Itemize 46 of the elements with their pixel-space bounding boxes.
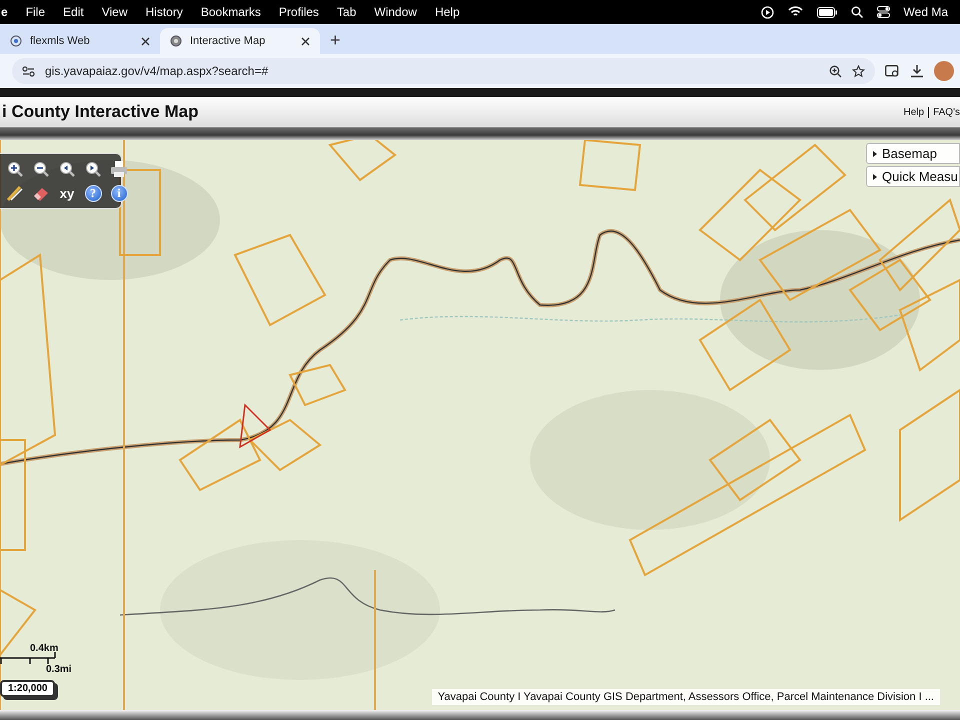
menu-item[interactable]: Profiles xyxy=(270,5,328,19)
wifi-icon[interactable] xyxy=(788,6,803,18)
star-icon[interactable] xyxy=(852,64,865,78)
attribution-text: Yavapai County I Yavapai County GIS Department, Assessors Office, Parcel Maintenance Division I ... xyxy=(432,689,940,705)
play-icon[interactable] xyxy=(760,6,774,18)
scale-label: 0.4km xyxy=(30,643,58,654)
menu-item[interactable]: View xyxy=(92,5,137,19)
menu-item[interactable]: Tab xyxy=(328,5,366,19)
previous-extent-button[interactable] xyxy=(57,159,77,179)
clock: Wed Ma xyxy=(904,5,948,19)
xy-coordinates-button[interactable]: xy xyxy=(60,183,74,203)
control-center-icon[interactable] xyxy=(876,6,890,18)
xy-locate-button[interactable] xyxy=(5,183,25,203)
download-icon[interactable] xyxy=(910,64,924,78)
layer-panel-toggle[interactable]: Quick Measu xyxy=(866,166,960,187)
page-title: i County Interactive Map xyxy=(2,102,198,122)
close-icon[interactable] xyxy=(141,36,150,46)
battery-icon[interactable] xyxy=(816,6,837,18)
app-menu[interactable]: e xyxy=(0,5,17,19)
print-button[interactable] xyxy=(109,159,129,179)
next-extent-button[interactable] xyxy=(83,159,103,179)
search-icon[interactable] xyxy=(850,6,863,18)
menu-item[interactable]: Help xyxy=(426,5,469,19)
menu-item[interactable]: Window xyxy=(365,5,426,19)
scale-bar xyxy=(0,652,56,665)
menu-item[interactable]: History xyxy=(136,5,192,19)
zoom-out-button[interactable] xyxy=(31,159,51,179)
site-settings-icon[interactable] xyxy=(22,66,35,76)
close-icon[interactable] xyxy=(301,36,310,46)
scale-label: 0.3mi xyxy=(46,664,72,675)
scale-ratio: 1:20,000 xyxy=(0,680,56,697)
url-text: gis.yavapaiaz.gov/v4/map.aspx?search=# xyxy=(45,64,270,78)
profile-avatar[interactable] xyxy=(934,61,954,81)
header-link[interactable]: FAQ's xyxy=(933,106,960,118)
menu-item[interactable]: Bookmarks xyxy=(192,5,270,19)
address-bar[interactable]: gis.yavapaiaz.gov/v4/map.aspx?search=# xyxy=(12,58,875,84)
layer-panel-toggle[interactable]: Basemap xyxy=(866,143,960,164)
new-tab-button[interactable]: + xyxy=(326,30,345,50)
browser-tab[interactable]: Interactive Map xyxy=(160,28,320,54)
zoom-icon[interactable] xyxy=(829,64,842,78)
menu-item[interactable]: Edit xyxy=(54,5,93,19)
reader-mode-icon[interactable] xyxy=(885,64,900,78)
menu-item[interactable]: File xyxy=(16,5,54,19)
zoom-in-button[interactable] xyxy=(5,159,25,179)
header-link[interactable]: Help xyxy=(904,106,924,118)
browser-tab[interactable]: flexmls Web xyxy=(0,28,160,54)
